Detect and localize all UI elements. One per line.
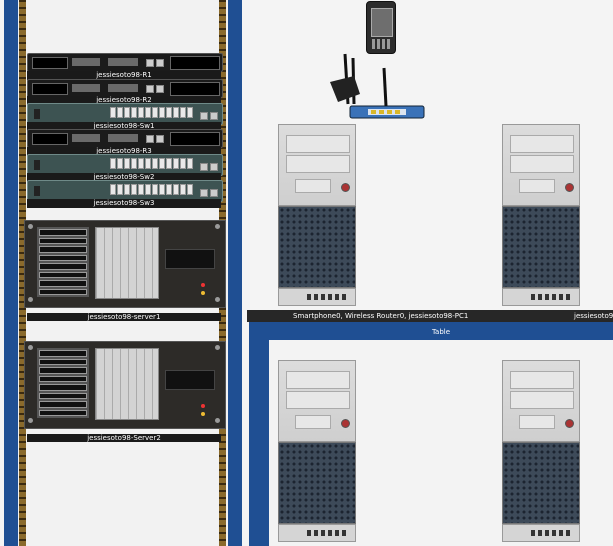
smartphone-icon[interactable] bbox=[366, 1, 396, 54]
pc-4[interactable] bbox=[502, 360, 580, 542]
desk-devices-label: Smartphone0, Wireless Router0, jessiesot… bbox=[293, 312, 469, 320]
server-1[interactable] bbox=[24, 220, 226, 308]
table-label: Table bbox=[431, 328, 451, 336]
desk-devices-bar: Smartphone0, Wireless Router0, jessiesot… bbox=[247, 310, 613, 322]
server-2[interactable] bbox=[24, 341, 226, 429]
pc-3[interactable] bbox=[278, 360, 356, 542]
router-r3[interactable] bbox=[27, 129, 223, 148]
server-label-1: jessiesoto98-server1 bbox=[27, 313, 221, 321]
wireless-router-icon[interactable] bbox=[328, 52, 432, 122]
pc-2[interactable] bbox=[502, 124, 580, 306]
desk-devices-label-right: jessiesoto9 bbox=[574, 312, 613, 320]
pc-1[interactable] bbox=[278, 124, 356, 306]
server-label-2: jessiesoto98-Server2 bbox=[27, 434, 221, 442]
device-label-sw3: jessiesoto98-Sw3 bbox=[27, 199, 221, 208]
router-r1[interactable] bbox=[27, 53, 223, 72]
